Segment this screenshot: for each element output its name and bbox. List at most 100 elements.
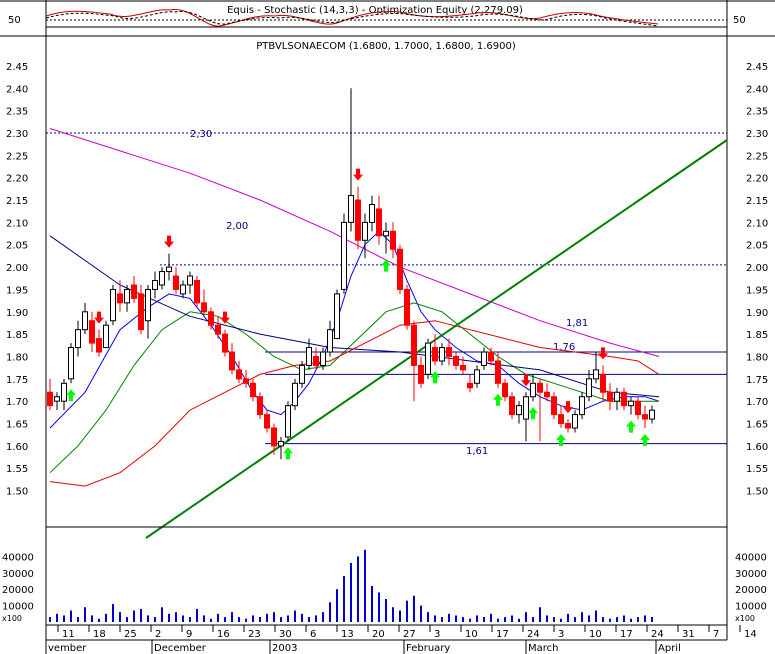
price-tick-right: 1.55	[746, 464, 768, 475]
buy-arrow	[528, 407, 538, 420]
candle-body	[208, 311, 214, 326]
candle-body	[474, 369, 480, 384]
candle-body	[110, 288, 116, 322]
volume-bar	[238, 617, 240, 622]
volume-bar	[644, 615, 646, 622]
volume-bar	[126, 617, 128, 622]
volume-bar	[70, 610, 72, 622]
candle-body	[47, 391, 53, 407]
sell-arrow	[521, 374, 531, 387]
indicator-level-left: 50	[8, 15, 21, 26]
date-tick-label: 7	[713, 629, 719, 640]
volume-bar	[406, 600, 408, 622]
price-tick-right: 1.90	[746, 308, 768, 319]
volume-bar	[343, 576, 345, 622]
volume-bar	[623, 615, 625, 622]
price-tick-left: 1.95	[6, 285, 28, 296]
candle-body	[523, 396, 529, 420]
sell-arrow	[164, 235, 174, 248]
volume-bar	[385, 599, 387, 622]
month-label: March	[528, 643, 558, 654]
volume-bar	[455, 615, 457, 622]
date-tick-label: 24	[651, 629, 664, 640]
indicator-title: Equis - Stochastic (14,3,3) - Optimizati…	[227, 5, 523, 16]
price-tick-left: 1.85	[6, 330, 28, 341]
month-label: February	[406, 643, 450, 654]
date-tick-label: 6	[310, 629, 316, 640]
month-label: 2003	[272, 643, 297, 654]
volume-tick-right: 20000	[735, 585, 767, 596]
price-tick-left: 2.30	[6, 129, 28, 140]
volume-bar	[217, 613, 219, 622]
volume-bar	[154, 617, 156, 622]
volume-bar	[273, 612, 275, 622]
chart-window: Equis - Stochastic (14,3,3) - Optimizati…	[0, 0, 775, 654]
price-tick-left: 2.35	[6, 107, 28, 118]
buy-arrow	[66, 389, 76, 402]
volume-bar	[364, 549, 366, 622]
candle-body	[320, 351, 326, 366]
candle-body	[362, 221, 368, 241]
candle-body	[180, 284, 186, 295]
volume-tick-right: 40000	[735, 552, 767, 563]
candle-body	[453, 355, 459, 366]
volume-tick-left: 10000	[2, 602, 34, 613]
candle-body	[96, 338, 102, 353]
candle-body	[600, 373, 606, 393]
candle-body	[229, 351, 235, 371]
price-tick-left: 2.00	[6, 263, 28, 274]
candle-body	[579, 396, 585, 416]
candle-body	[334, 293, 340, 340]
candle-body	[558, 414, 564, 425]
month-label: April	[658, 643, 681, 654]
volume-tick-right: 10000	[735, 602, 767, 613]
candle-body	[509, 396, 515, 416]
price-tick-right: 1.65	[746, 420, 768, 431]
volume-bar	[427, 612, 429, 622]
candle-body	[166, 266, 172, 273]
volume-tick-left: 30000	[2, 569, 34, 580]
candle-body	[299, 364, 305, 384]
level-label-200: 2,00	[226, 221, 248, 232]
candle-body	[236, 369, 242, 380]
volume-tick-left: 40000	[2, 552, 34, 563]
price-tick-right: 2.00	[746, 263, 768, 274]
candle-body	[404, 288, 410, 326]
date-tick-label: 25	[124, 629, 137, 640]
date-tick-label: 31	[682, 629, 695, 640]
volume-bar	[105, 613, 107, 622]
candle-body	[383, 230, 389, 237]
volume-bar	[532, 617, 534, 622]
volume-bar	[189, 617, 191, 622]
candle-body	[593, 369, 599, 380]
volume-bar	[133, 610, 135, 622]
volume-bar	[182, 615, 184, 622]
price-tick-right: 1.85	[746, 330, 768, 341]
price-axis-right: 2.45 2.40 2.35 2.30 2.25 2.20 2.15 2.10 2.05 2.00…	[746, 62, 768, 498]
chart-svg: Equis - Stochastic (14,3,3) - Optimizati…	[0, 0, 775, 654]
candle-body	[390, 230, 396, 250]
volume-bar	[476, 615, 478, 622]
candle-body	[89, 320, 95, 344]
volume-bar	[567, 613, 569, 622]
volume-bar	[518, 618, 520, 622]
price-tick-right: 2.20	[746, 174, 768, 185]
volume-bar	[469, 618, 471, 622]
volume-bar	[203, 615, 205, 622]
volume-bar	[651, 617, 653, 622]
price-tick-right: 2.45	[746, 62, 768, 73]
volume-bar	[539, 607, 541, 622]
candle-body	[68, 347, 74, 380]
month-label: December	[154, 643, 207, 654]
price-title: PTBVLSONAECOM (1.6800, 1.7000, 1.6800, 1…	[256, 41, 516, 52]
price-tick-left: 1.60	[6, 442, 28, 453]
date-tick-label: 14	[744, 629, 757, 640]
volume-bar	[245, 618, 247, 622]
volume-bar	[259, 617, 261, 622]
volume-bar	[308, 617, 310, 622]
price-tick-left: 1.65	[6, 420, 28, 431]
indicator-panel: Equis - Stochastic (14,3,3) - Optimizati…	[0, 0, 775, 640]
candle-body	[544, 391, 550, 398]
date-tick-label: 17	[496, 629, 509, 640]
volume-tick-left: 20000	[2, 585, 34, 596]
